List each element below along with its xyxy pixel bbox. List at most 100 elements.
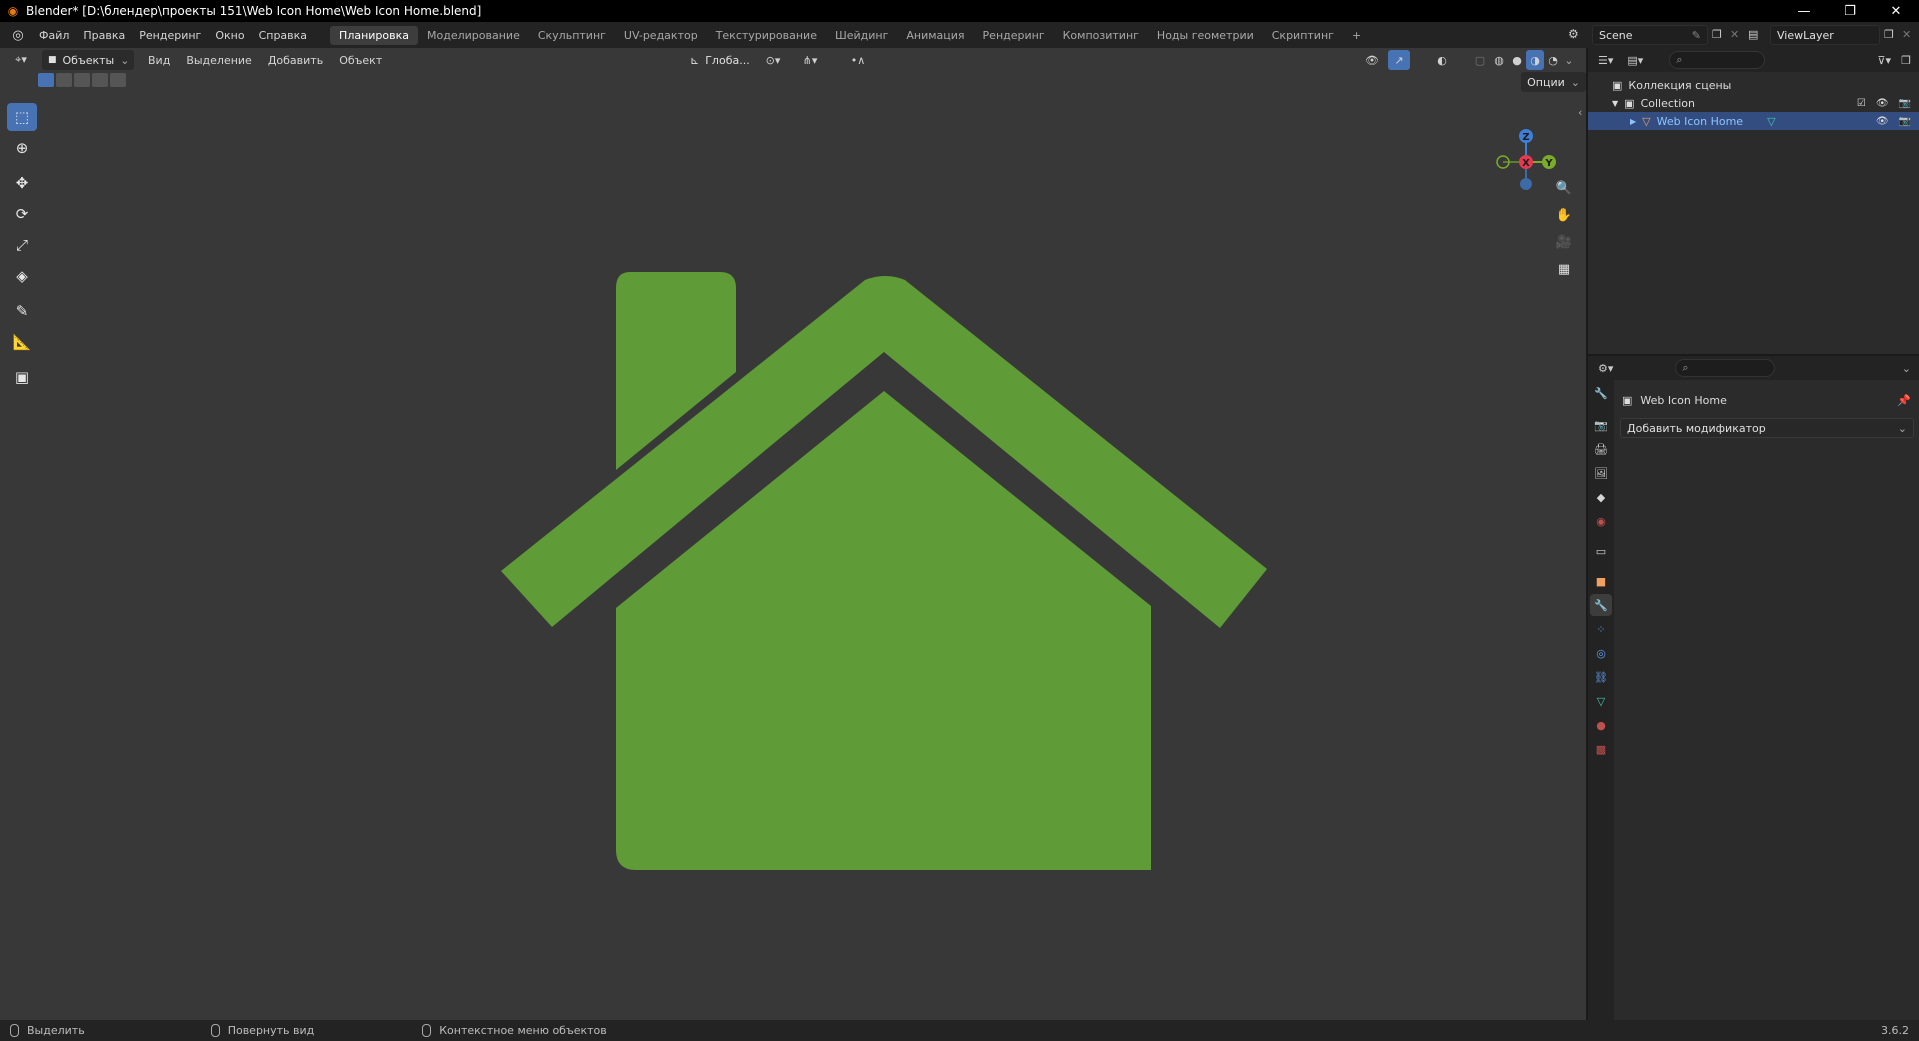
tab-material-icon[interactable]: ● [1590,714,1612,736]
tab-texture-paint[interactable]: Текстурирование [707,26,826,45]
minimize-button[interactable]: — [1781,0,1827,22]
menu-window[interactable]: Окно [208,29,251,42]
status-bar: Выделить Повернуть вид Контекстное меню … [0,1020,1919,1041]
properties-header: ⚙▾ ⌕ ⌄ [1588,356,1919,380]
tab-compositing[interactable]: Композитинг [1054,26,1148,45]
status-rotate-label: Повернуть вид [227,1024,315,1037]
tab-view-layer-icon[interactable]: 🖼 [1590,462,1612,484]
mesh-object-icon: ▽ [1642,114,1651,128]
tab-data-icon[interactable]: ▽ [1590,690,1612,712]
mouse-left-icon [10,1024,19,1037]
chevron-down-icon[interactable]: ⌄ [1902,362,1911,375]
object-name-row: ▣ Web Icon Home [1622,394,1727,407]
tab-particles-icon[interactable]: ⁘ [1590,618,1612,640]
scene-name: Scene [1599,28,1633,42]
tab-animation[interactable]: Анимация [897,26,973,45]
web-icon-home-mesh[interactable] [0,48,1586,1020]
workspace-tabs: Планировка Моделирование Скульптинг UV-р… [330,25,1370,45]
display-mode-icon[interactable]: ▤▾ [1627,54,1643,67]
mesh-data-icon[interactable]: ▽ [1767,115,1775,128]
tab-texture-icon[interactable]: ▩ [1590,738,1612,760]
status-select-label: Выделить [27,1024,85,1037]
search-icon: ⌕ [1682,361,1689,374]
object-label: Web Icon Home [1656,114,1744,128]
new-collection-icon[interactable]: ❐ [1901,54,1911,67]
3d-viewport[interactable]: ⌖▾ ■ Объекты ⌄ Вид Выделение Добавить Об… [0,48,1586,1020]
title-bar: ◉ Blender* [D:\блендер\проекты 151\Web I… [0,0,1919,22]
blender-logo-icon: ◉ [7,4,19,18]
delete-view-layer-icon[interactable]: ✕ [1902,28,1911,41]
window-title: Blender* [D:\блендер\проекты 151\Web Ico… [26,4,482,18]
tab-collection-icon[interactable]: ▭ [1590,540,1612,562]
tab-modifiers-icon[interactable]: 🔧 [1590,594,1612,616]
outliner-search-input[interactable]: ⌕ [1669,51,1766,69]
collection-icon: ▣ [1612,78,1623,92]
add-modifier-dropdown[interactable]: Добавить модификатор ⌄ [1620,418,1914,438]
house-shape [501,272,1267,870]
tab-sculpting[interactable]: Скульптинг [529,26,615,45]
tab-physics-icon[interactable]: ◎ [1590,642,1612,664]
expand-arrow-icon[interactable]: ▼ [1612,99,1618,108]
tab-uv-editing[interactable]: UV-редактор [615,26,707,45]
outliner-editor-icon[interactable]: ☰▾ [1598,54,1613,67]
restore-button[interactable]: ❐ [1827,0,1873,22]
tab-modeling[interactable]: Моделирование [418,26,529,45]
tab-geometry-nodes[interactable]: Ноды геометрии [1148,26,1263,45]
tab-world-icon[interactable]: ◉ [1590,510,1612,532]
tab-rendering[interactable]: Рендеринг [974,26,1054,45]
tree-row-scene-collection[interactable]: ▣ Коллекция сцены [1588,76,1919,94]
menu-edit[interactable]: Правка [76,29,132,42]
camera-render-icon[interactable]: 📷 [1899,116,1911,127]
outliner-header: ☰▾ ▤▾ ⌕ ⊽▾ ❐ [1588,48,1919,72]
blender-menu-icon[interactable]: ◎ [8,25,28,45]
tab-constraints-icon[interactable]: ⛓ [1590,666,1612,688]
expand-arrow-icon[interactable]: ▶ [1630,117,1636,126]
new-scene-icon[interactable]: ❐ [1712,28,1722,41]
search-icon: ⌕ [1676,53,1683,66]
tree-row-collection[interactable]: ▼ ▣ Collection ☑ 👁 📷 [1588,94,1919,112]
mouse-middle-icon [210,1024,220,1037]
status-context-label: Контекстное меню объектов [439,1024,607,1037]
properties-tabs: 🔧 📷 🖨 🖼 ◆ ◉ ▭ ■ 🔧 ⁘ ◎ ⛓ ▽ ● ▩ [1588,380,1614,1020]
new-view-layer-icon[interactable]: ❐ [1884,28,1894,41]
outliner-panel: ☰▾ ▤▾ ⌕ ⊽▾ ❐ ▣ Коллекция сцены ▼ ▣ Colle… [1588,48,1919,354]
tree-row-web-icon-home[interactable]: ▶ ▽ Web Icon Home ▽ 👁 📷 [1588,112,1919,130]
version-label: 3.6.2 [1881,1024,1909,1037]
close-button[interactable]: ✕ [1873,0,1919,22]
add-modifier-label: Добавить модификатор [1627,421,1766,435]
add-workspace-button[interactable]: + [1343,26,1370,45]
tab-layout[interactable]: Планировка [330,25,419,45]
menu-render[interactable]: Рендеринг [132,29,208,42]
filter-icon[interactable]: ⊽▾ [1877,54,1891,67]
eye-icon[interactable]: 👁 [1876,98,1889,109]
scene-icon[interactable]: ⚙ [1568,27,1579,41]
object-name-label: Web Icon Home [1640,394,1727,407]
tab-object-icon[interactable]: ■ [1590,570,1612,592]
view-layer-name: ViewLayer [1777,28,1834,42]
eye-icon[interactable]: 👁 [1876,116,1889,127]
top-menu-bar: ◎ Файл Правка Рендеринг Окно Справка Пла… [0,22,1919,48]
view-layer-selector[interactable]: ViewLayer [1770,25,1880,45]
properties-search-input[interactable]: ⌕ [1675,359,1776,377]
scene-selector[interactable]: Scene ✎ [1592,25,1708,45]
chevron-down-icon: ⌄ [1897,421,1907,435]
properties-panel: ⚙▾ ⌕ ⌄ 🔧 📷 🖨 🖼 ◆ ◉ ▭ ■ 🔧 ⁘ ◎ ⛓ ▽ ● ▩ ▣ W… [1588,356,1919,1020]
tab-render-icon[interactable]: 📷 [1590,414,1612,436]
view-layer-icon[interactable]: ▤ [1748,28,1758,41]
exclude-checkbox-icon[interactable]: ☑ [1857,98,1866,109]
tab-scene-icon[interactable]: ◆ [1590,486,1612,508]
pin-icon[interactable]: ✎ [1692,29,1701,42]
menu-file[interactable]: Файл [32,29,76,42]
delete-scene-icon[interactable]: ✕ [1730,28,1739,41]
tab-tool-icon[interactable]: 🔧 [1590,382,1612,404]
collection-row-controls: ☑ 👁 📷 [1857,98,1911,109]
camera-render-icon[interactable]: 📷 [1899,98,1911,109]
tab-output-icon[interactable]: 🖨 [1590,438,1612,460]
scene-collection-label: Коллекция сцены [1628,78,1732,92]
pin-icon[interactable]: 📌 [1897,394,1911,407]
tab-scripting[interactable]: Скриптинг [1263,26,1343,45]
object-row-controls: 👁 📷 [1876,116,1911,127]
menu-help[interactable]: Справка [252,29,314,42]
properties-editor-icon[interactable]: ⚙▾ [1598,362,1613,375]
tab-shading[interactable]: Шейдинг [826,26,897,45]
